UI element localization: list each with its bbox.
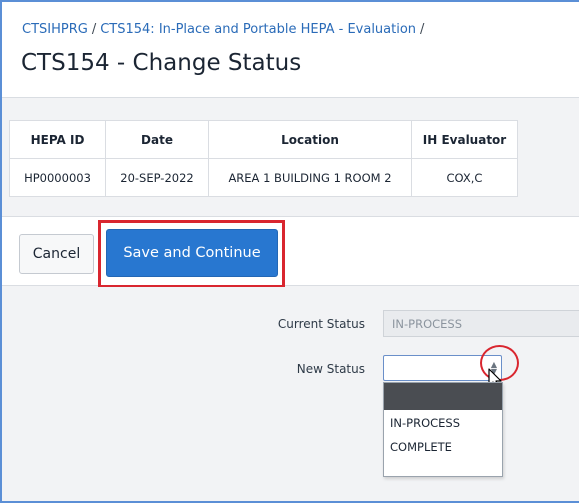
- column-header-location: Location: [208, 120, 412, 159]
- dropdown-option-in-process[interactable]: IN-PROCESS: [384, 410, 502, 436]
- table-header-row: HEPA ID Date Location IH Evaluator: [9, 120, 518, 159]
- new-status-dropdown: IN-PROCESS COMPLETE: [383, 382, 503, 477]
- cancel-button[interactable]: Cancel: [19, 234, 94, 274]
- cell-ih-evaluator: COX,C: [411, 158, 518, 197]
- column-header-ih-evaluator: IH Evaluator: [411, 120, 518, 159]
- current-status-label: Current Status: [277, 317, 365, 331]
- breadcrumb: CTSIHPRG / CTS154: In-Place and Portable H…: [22, 22, 428, 37]
- page-header: CTSIHPRG / CTS154: In-Place and Portable H…: [2, 2, 579, 98]
- column-header-date: Date: [105, 120, 209, 159]
- cell-location: AREA 1 BUILDING 1 ROOM 2: [208, 158, 412, 197]
- current-status-field: IN-PROCESS: [383, 310, 579, 337]
- breadcrumb-link-ctsihprg[interactable]: CTSIHPRG: [22, 22, 88, 37]
- page-title: CTS154 - Change Status: [21, 50, 302, 76]
- column-header-hepa-id: HEPA ID: [9, 120, 106, 159]
- status-form: Current Status IN-PROCESS New Status ▲ ▼ …: [2, 287, 579, 501]
- save-and-continue-button[interactable]: Save and Continue: [106, 229, 278, 277]
- action-bar: Cancel Save and Continue: [2, 216, 579, 288]
- new-status-label: New Status: [296, 362, 365, 376]
- breadcrumb-link-cts154[interactable]: CTS154: In-Place and Portable HEPA - Eva…: [100, 22, 416, 37]
- table-row: HP0000003 20-SEP-2022 AREA 1 BUILDING 1 …: [9, 158, 518, 197]
- cell-hepa-id: HP0000003: [9, 158, 106, 197]
- summary-section: HEPA ID Date Location IH Evaluator HP000…: [2, 100, 579, 214]
- dropdown-option-blank[interactable]: [384, 383, 502, 410]
- summary-table: HEPA ID Date Location IH Evaluator HP000…: [9, 120, 518, 197]
- breadcrumb-separator: /: [420, 22, 425, 37]
- dropdown-option-complete[interactable]: COMPLETE: [384, 436, 502, 458]
- cell-date: 20-SEP-2022: [105, 158, 209, 197]
- breadcrumb-separator: /: [91, 22, 97, 37]
